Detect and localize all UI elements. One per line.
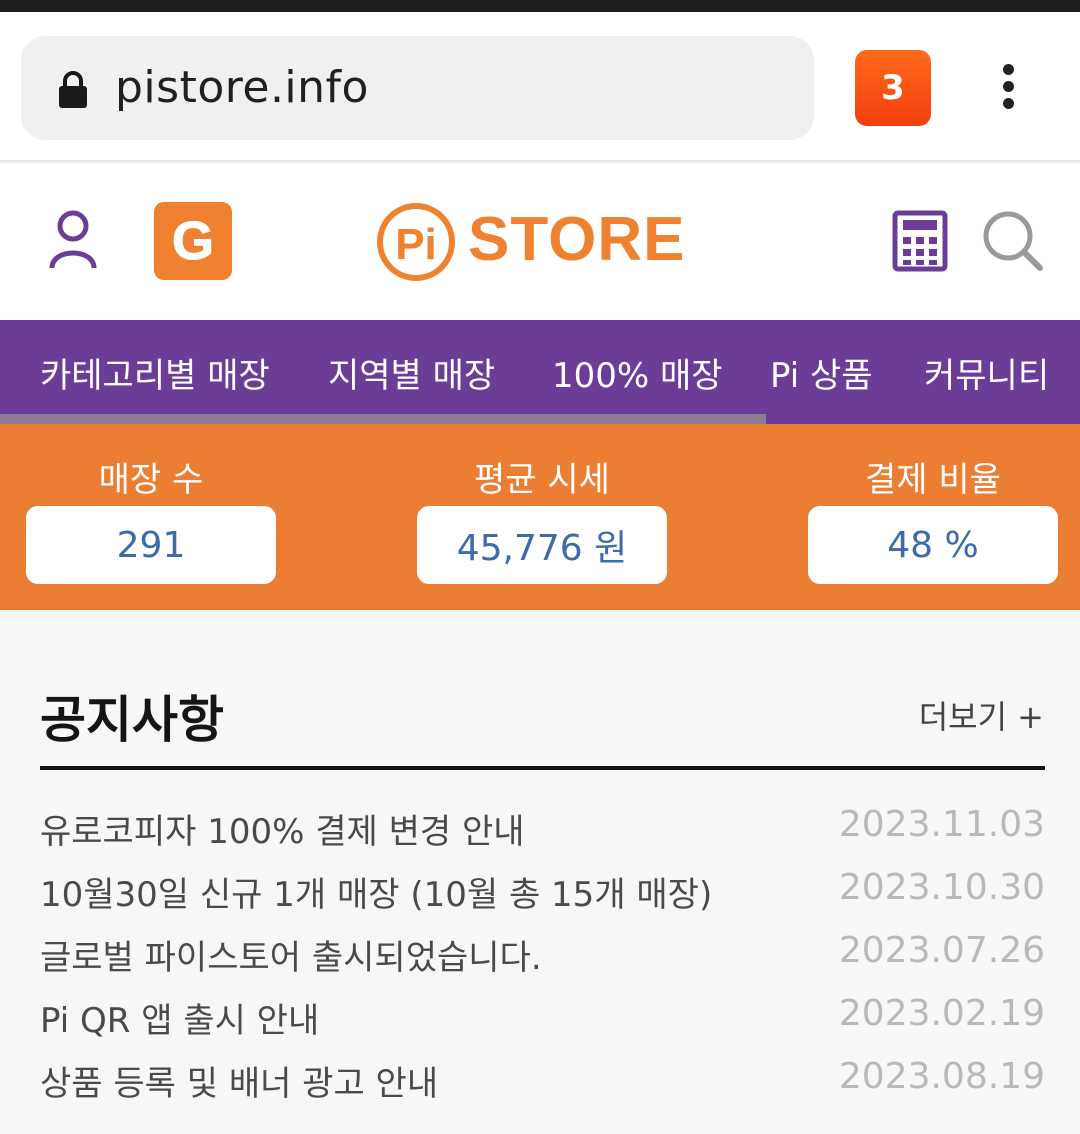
- notice-item-date: 2023.10.30: [838, 867, 1045, 908]
- nav-scroll-indicator: [0, 414, 766, 424]
- stat-label-average-price: 평균 시세: [474, 460, 610, 500]
- nav-item-pi-products[interactable]: Pi 상품: [770, 348, 873, 397]
- svg-text:Pi: Pi: [395, 220, 437, 269]
- notice-divider: [40, 766, 1045, 770]
- notice-item-date: 2023.11.03: [838, 804, 1045, 845]
- site-header: G Pi STORE: [0, 164, 1080, 320]
- url-text: pistore.info: [115, 62, 369, 113]
- browser-toolbar: pistore.info 3: [0, 12, 1080, 162]
- lock-icon: [59, 71, 87, 108]
- nav-item-category-stores[interactable]: 카테고리별 매장: [40, 348, 270, 397]
- notice-item-date: 2023.08.19: [838, 1056, 1045, 1097]
- stat-label-store-count: 매장 수: [98, 460, 204, 500]
- category-nav: 카테고리별 매장 지역별 매장 100% 매장 Pi 상품 커뮤니티: [0, 320, 1080, 424]
- notice-item[interactable]: Pi QR 앱 출시 안내 2023.02.19: [40, 987, 1045, 1050]
- search-icon[interactable]: [980, 208, 1044, 272]
- notice-item[interactable]: 글로벌 파이스토어 출시되었습니다. 2023.07.26: [40, 924, 1045, 987]
- nav-item-community[interactable]: 커뮤니티: [924, 348, 1049, 397]
- stat-label-payment-ratio: 결제 비율: [865, 460, 1001, 500]
- stat-value-store-count: 291: [26, 506, 276, 584]
- notice-item-title[interactable]: 상품 등록 및 배너 광고 안내: [40, 1056, 438, 1105]
- notice-section-title: 공지사항: [40, 691, 224, 749]
- svg-text:G: G: [172, 213, 214, 269]
- notice-item-date: 2023.02.19: [838, 993, 1045, 1034]
- nav-item-region-stores[interactable]: 지역별 매장: [328, 348, 495, 397]
- notice-item[interactable]: 유로코피자 100% 결제 변경 안내 2023.11.03: [40, 798, 1045, 861]
- tab-switcher-button[interactable]: 3: [855, 50, 931, 126]
- notice-list: 유로코피자 100% 결제 변경 안내 2023.11.03 10월30일 신규…: [40, 798, 1045, 1113]
- nav-item-100-percent-stores[interactable]: 100% 매장: [552, 348, 723, 397]
- notice-item-title[interactable]: Pi QR 앱 출시 안내: [40, 993, 319, 1042]
- user-icon[interactable]: [48, 210, 98, 270]
- g-badge-button[interactable]: G: [154, 202, 232, 280]
- status-bar: [0, 0, 1080, 12]
- site-logo[interactable]: Pi STORE: [376, 200, 684, 284]
- notice-item-date: 2023.07.26: [838, 930, 1045, 971]
- pi-logo-mark: Pi: [377, 203, 455, 281]
- notice-more-link[interactable]: 더보기 +: [919, 692, 1044, 738]
- stats-panel: 매장 수 291 평균 시세 45,776 원 결제 비율 48 %: [0, 424, 1080, 610]
- notice-item[interactable]: 10월30일 신규 1개 매장 (10월 총 15개 매장) 2023.10.3…: [40, 861, 1045, 924]
- g-letter: G: [171, 213, 214, 269]
- stat-value-average-price: 45,776 원: [417, 506, 667, 584]
- address-bar[interactable]: pistore.info: [21, 36, 814, 140]
- stat-value-payment-ratio: 48 %: [808, 506, 1058, 584]
- notice-item[interactable]: 상품 등록 및 배너 광고 안내 2023.08.19: [40, 1050, 1045, 1113]
- logo-text: STORE: [468, 205, 686, 274]
- notice-item-title[interactable]: 유로코피자 100% 결제 변경 안내: [40, 804, 525, 853]
- more-options-icon[interactable]: [992, 64, 1024, 114]
- calculator-icon[interactable]: [892, 210, 948, 272]
- notice-item-title[interactable]: 글로벌 파이스토어 출시되었습니다.: [40, 930, 542, 979]
- notice-item-title[interactable]: 10월30일 신규 1개 매장 (10월 총 15개 매장): [40, 867, 712, 916]
